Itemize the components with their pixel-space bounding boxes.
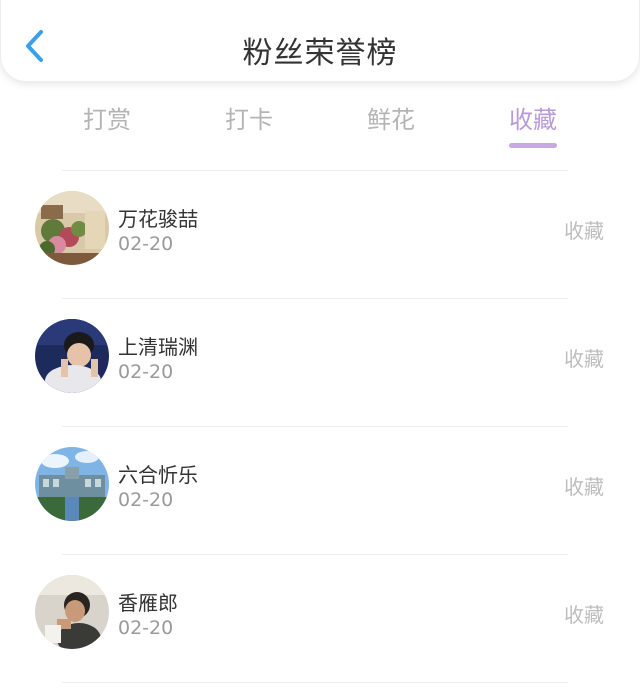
tab-reward[interactable]: 打赏 [57,100,157,135]
favorite-action[interactable]: 收藏 [564,599,604,628]
active-tab-indicator [509,143,557,148]
fan-name: 万花骏喆 [118,207,198,231]
avatar[interactable] [35,575,109,649]
list-item[interactable]: 六合忻乐 02-20 收藏 [0,427,640,554]
favorite-action[interactable]: 收藏 [564,343,604,372]
tab-favorites[interactable]: 收藏 [483,100,583,148]
tab-checkin[interactable]: 打卡 [199,100,299,135]
avatar[interactable] [35,447,109,521]
tab-bar: 打赏 打卡 鲜花 收藏 [0,100,640,156]
fan-name: 六合忻乐 [118,463,198,487]
page-title: 粉丝荣誉榜 [242,36,398,71]
fan-name: 香雁郎 [118,591,178,615]
fan-date: 02-20 [118,489,174,511]
avatar[interactable] [35,319,109,393]
avatar[interactable] [35,191,109,265]
fan-date: 02-20 [118,617,174,639]
list-item[interactable]: 万花骏喆 02-20 收藏 [0,171,640,298]
fan-date: 02-20 [118,233,174,255]
fan-list: 万花骏喆 02-20 收藏 上清瑞渊 02-20 收藏 六合忻乐 02-20 收… [0,170,640,683]
divider [62,682,568,683]
list-item[interactable]: 上清瑞渊 02-20 收藏 [0,299,640,426]
favorite-action[interactable]: 收藏 [564,215,604,244]
tab-flowers[interactable]: 鲜花 [341,100,441,135]
fan-date: 02-20 [118,361,174,383]
fan-name: 上清瑞渊 [118,335,198,359]
top-bar: 粉丝荣誉榜 [0,0,640,82]
favorite-action[interactable]: 收藏 [564,471,604,500]
list-item[interactable]: 香雁郎 02-20 收藏 [0,555,640,682]
tab-favorites-label: 收藏 [509,106,557,134]
